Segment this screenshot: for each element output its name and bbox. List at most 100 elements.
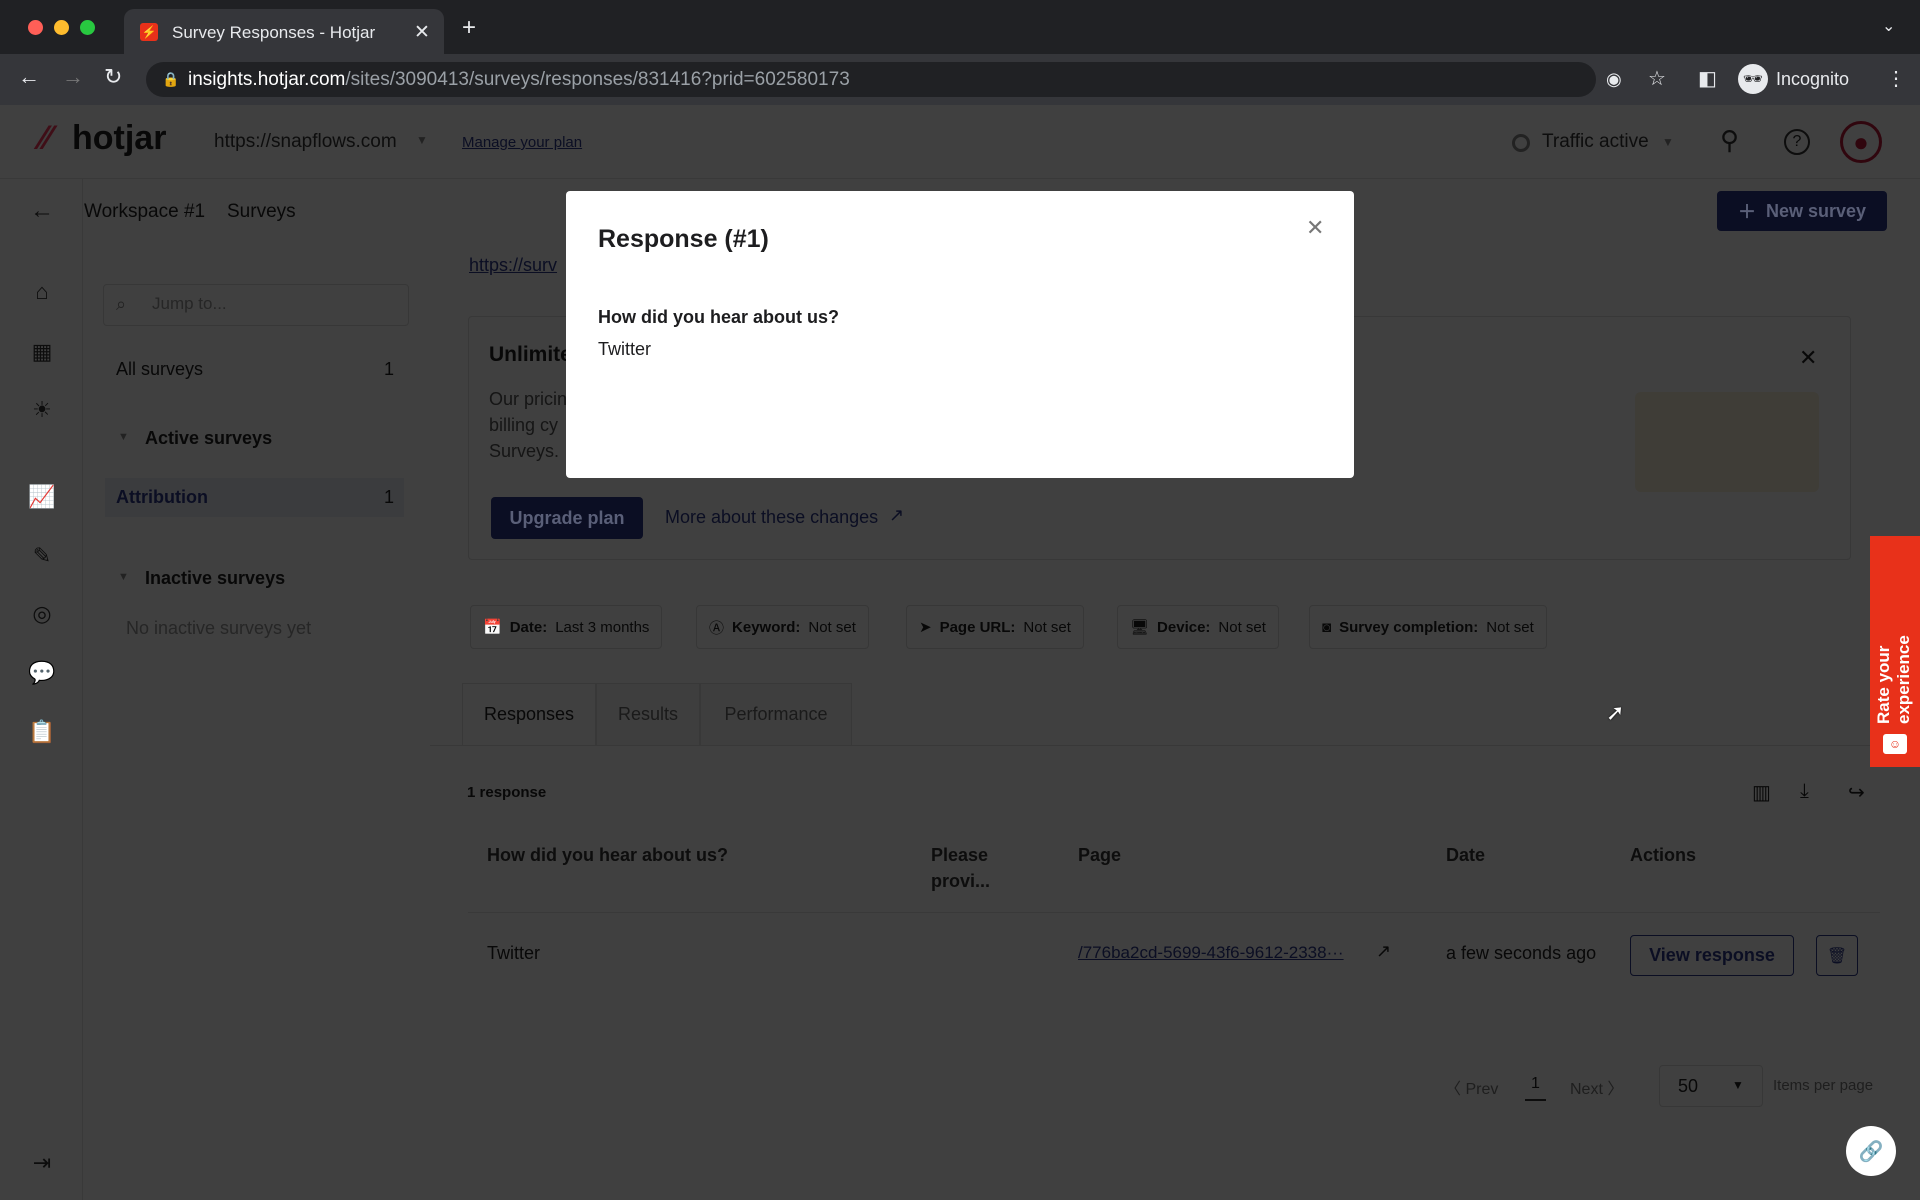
incognito-icon: 🕶	[1738, 64, 1768, 94]
view-response-button[interactable]: View response	[1630, 935, 1794, 976]
active-surveys-heading[interactable]: Active surveys	[145, 428, 272, 449]
filter-key: Page URL:	[939, 618, 1016, 636]
next-page-button[interactable]: Next 〉	[1570, 1075, 1623, 1099]
rate-experience-tab[interactable]: Rate your experience ☺	[1870, 536, 1920, 767]
tab-results[interactable]: Results	[596, 683, 700, 745]
manage-plan-link[interactable]: Manage your plan	[462, 134, 582, 151]
tab-title: Survey Responses - Hotjar	[172, 23, 376, 42]
delete-button[interactable]: 🗑	[1816, 935, 1858, 976]
upgrade-plan-button[interactable]: Upgrade plan	[491, 497, 643, 539]
close-tab-icon[interactable]: ✕	[414, 21, 430, 44]
modal-title: Response (#1)	[598, 225, 769, 253]
close-modal-icon[interactable]: ✕	[1306, 215, 1324, 241]
tracking-blocked-icon[interactable]: ◉	[1606, 62, 1622, 97]
expand-sidebar-icon[interactable]: ⇥	[28, 1150, 56, 1178]
share-icon[interactable]: ↪	[1848, 780, 1865, 805]
chevron-down-icon[interactable]: ▼	[416, 133, 428, 147]
column-header[interactable]: Page	[1078, 842, 1121, 868]
cell-page-link[interactable]: /776ba2cd-5699-43f6-9612-2338···	[1078, 943, 1344, 963]
hotjar-favicon-icon: ⚡	[140, 23, 158, 41]
cell-date: a few seconds ago	[1446, 943, 1597, 963]
filter-survey-completion[interactable]: ◙ Survey completion: Not set	[1309, 605, 1547, 649]
all-surveys-count: 1	[384, 359, 395, 379]
filter-device[interactable]: 🖥 Device: Not set	[1117, 605, 1279, 649]
link-icon: 🔗	[1858, 1140, 1884, 1163]
new-survey-button[interactable]: ＋ New survey	[1717, 191, 1887, 231]
filter-value: Not set	[1486, 618, 1534, 636]
hotjar-logo[interactable]: hotjar	[72, 119, 166, 158]
help-icon[interactable]: ?	[1784, 129, 1810, 155]
more-about-changes-link[interactable]: More about these changes	[665, 507, 878, 528]
tab-responses[interactable]: Responses	[462, 683, 596, 745]
filter-page-url[interactable]: ➤ Page URL: Not set	[906, 605, 1084, 649]
sidebar-toggle-icon[interactable]: ◧	[1698, 66, 1717, 91]
column-header: Actions	[1630, 845, 1697, 865]
caret-down-icon[interactable]: ▼	[118, 431, 129, 443]
dashboard-icon[interactable]: ▦	[28, 339, 56, 367]
filter-keyword[interactable]: Ⓐ Keyword: Not set	[696, 605, 869, 649]
avatar[interactable]: ●	[1840, 121, 1882, 163]
reload-icon[interactable]: ↻	[104, 64, 122, 90]
heatmaps-icon[interactable]: ◎	[28, 601, 56, 629]
bookmark-star-icon[interactable]: ☆	[1648, 62, 1666, 97]
url-input[interactable]: 🔒 insights.hotjar.com/sites/3090413/surv…	[146, 62, 1666, 97]
link-fab-button[interactable]: 🔗	[1846, 1126, 1896, 1176]
profile-label[interactable]: Incognito	[1776, 69, 1849, 90]
survey-url-link[interactable]: https://surv	[469, 255, 557, 276]
invite-user-icon[interactable]: ⚲	[1720, 125, 1739, 156]
banner-text: Surveys.	[489, 441, 560, 461]
column-header[interactable]: Please provi...	[931, 842, 1001, 894]
items-per-page-select[interactable]: 50 ▼	[1659, 1065, 1763, 1107]
app-header: ⁄⁄ hotjar https://snapflows.com ▼ Manage…	[0, 105, 1920, 179]
icon-rail: ⌂ ▦ ☀ 📈 ✎ ◎ 💬 📋 ⇥	[0, 179, 83, 1200]
forward-icon[interactable]: →	[62, 64, 84, 90]
location-arrow-icon: ➤	[919, 619, 932, 636]
prev-page-button[interactable]: 〈 Prev	[1445, 1075, 1498, 1099]
feedback-icon[interactable]: 💬	[28, 660, 56, 688]
chevron-down-icon: ▼	[1732, 1078, 1744, 1092]
monitor-icon: 🖥	[1130, 619, 1150, 636]
minimize-window-button[interactable]	[54, 20, 69, 35]
browser-menu-icon[interactable]: ⋮	[1886, 66, 1906, 91]
all-surveys-link[interactable]: All surveys	[116, 359, 203, 380]
filter-key: Keyword:	[732, 618, 801, 636]
external-link-icon[interactable]: ↗	[1376, 941, 1391, 962]
filter-value: Not set	[1023, 618, 1071, 636]
breadcrumb-workspace[interactable]: Workspace #1	[84, 201, 205, 223]
jump-to-search[interactable]: ⌕	[103, 284, 409, 326]
tab-search-icon[interactable]: ⌄	[1882, 16, 1895, 36]
lightbulb-icon[interactable]: ☀	[28, 397, 56, 425]
back-icon[interactable]: ←	[18, 64, 40, 90]
recordings-icon[interactable]: ✎	[28, 543, 56, 571]
home-icon[interactable]: ⌂	[28, 279, 56, 307]
maximize-window-button[interactable]	[80, 20, 95, 35]
download-icon[interactable]: ⤓	[1800, 780, 1809, 803]
close-window-button[interactable]	[28, 20, 43, 35]
breadcrumb-surveys[interactable]: Surveys	[227, 201, 296, 223]
filter-date[interactable]: 📅 Date: Last 3 months	[470, 605, 663, 649]
close-banner-icon[interactable]: ✕	[1799, 345, 1817, 371]
search-input[interactable]	[152, 294, 392, 314]
current-page[interactable]: 1	[1525, 1075, 1546, 1101]
new-tab-icon[interactable]: +	[462, 14, 476, 42]
site-selector[interactable]: https://snapflows.com	[214, 131, 397, 153]
column-header[interactable]: How did you hear about us?	[487, 842, 728, 868]
traffic-status[interactable]: Traffic active	[1542, 131, 1649, 153]
chevron-down-icon[interactable]: ▼	[1662, 135, 1674, 149]
browser-tab-bar: ⚡ Survey Responses - Hotjar ✕ + ⌄	[0, 0, 1920, 54]
tab-performance[interactable]: Performance	[700, 683, 852, 745]
banner-illustration	[1635, 392, 1819, 492]
caret-down-icon[interactable]: ▼	[118, 571, 129, 583]
sidebar-item-attribution[interactable]: Attribution 1	[105, 478, 404, 517]
column-header[interactable]: Date	[1446, 842, 1485, 868]
browser-tab[interactable]: ⚡ Survey Responses - Hotjar ✕	[124, 9, 444, 54]
smiley-icon: ☺	[1883, 734, 1907, 754]
banner-title: Unlimite	[489, 343, 572, 366]
surveys-icon[interactable]: 📋	[28, 719, 56, 747]
columns-icon[interactable]: ▥	[1752, 780, 1771, 805]
trends-icon[interactable]: 📈	[28, 484, 56, 512]
search-icon: ⌕	[116, 294, 127, 314]
inactive-surveys-heading[interactable]: Inactive surveys	[145, 568, 285, 589]
calendar-icon: 📅	[483, 619, 502, 636]
url-host: insights.hotjar.com	[188, 69, 346, 90]
